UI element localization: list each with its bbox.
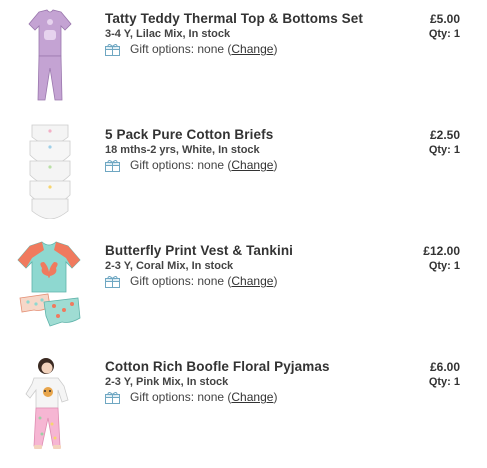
- gift-options-close: ): [273, 390, 278, 404]
- gift-options: Gift options: none (Change): [105, 157, 277, 173]
- product-title[interactable]: Cotton Rich Boofle Floral Pyjamas: [105, 359, 330, 374]
- gift-options: Gift options: none (Change): [105, 41, 277, 57]
- product-price: £6.00: [429, 360, 460, 374]
- product-details: 18 mths-2 yrs, White, In stock: [105, 144, 260, 156]
- product-title[interactable]: 5 Pack Pure Cotton Briefs: [105, 127, 273, 142]
- gift-icon: [105, 391, 120, 404]
- basket-item: Butterfly Print Vest & Tankini 2-3 Y, Co…: [0, 236, 487, 346]
- gift-change-link[interactable]: Change: [231, 42, 273, 56]
- product-qty: Qty: 1: [428, 376, 460, 388]
- product-details: 2-3 Y, Coral Mix, In stock: [105, 260, 234, 272]
- gift-icon: [105, 159, 120, 172]
- product-thumbnail[interactable]: [28, 123, 72, 219]
- gift-icon: [105, 43, 120, 56]
- product-price: £12.00: [423, 244, 460, 258]
- basket-item: Cotton Rich Boofle Floral Pyjamas 2-3 Y,…: [0, 352, 487, 462]
- product-title[interactable]: Tatty Teddy Thermal Top & Bottoms Set: [105, 11, 363, 26]
- gift-change-link[interactable]: Change: [231, 274, 273, 288]
- product-qty: Qty: 1: [428, 28, 460, 40]
- basket-item: Tatty Teddy Thermal Top & Bottoms Set 3-…: [0, 0, 487, 110]
- product-price: £5.00: [429, 12, 460, 26]
- product-qty: Qty: 1: [428, 144, 460, 156]
- product-thumbnail[interactable]: [22, 356, 76, 452]
- gift-options: Gift options: none (Change): [105, 389, 277, 405]
- gift-options-close: ): [273, 158, 278, 172]
- product-thumbnail[interactable]: [14, 240, 84, 335]
- gift-change-link[interactable]: Change: [231, 390, 273, 404]
- gift-change-link[interactable]: Change: [231, 158, 273, 172]
- gift-options-label: Gift options: none (: [130, 42, 232, 56]
- product-thumbnail[interactable]: [25, 8, 75, 103]
- product-details: 2-3 Y, Pink Mix, In stock: [105, 376, 229, 388]
- product-details: 3-4 Y, Lilac Mix, In stock: [105, 28, 231, 40]
- gift-options-close: ): [273, 274, 278, 288]
- gift-options-label: Gift options: none (: [130, 158, 232, 172]
- gift-options-label: Gift options: none (: [130, 274, 232, 288]
- gift-icon: [105, 275, 120, 288]
- gift-options-label: Gift options: none (: [130, 390, 232, 404]
- product-price: £2.50: [429, 128, 460, 142]
- gift-options: Gift options: none (Change): [105, 273, 277, 289]
- product-title[interactable]: Butterfly Print Vest & Tankini: [105, 243, 293, 258]
- gift-options-close: ): [273, 42, 278, 56]
- basket-item: 5 Pack Pure Cotton Briefs 18 mths-2 yrs,…: [0, 117, 487, 227]
- product-qty: Qty: 1: [428, 260, 460, 272]
